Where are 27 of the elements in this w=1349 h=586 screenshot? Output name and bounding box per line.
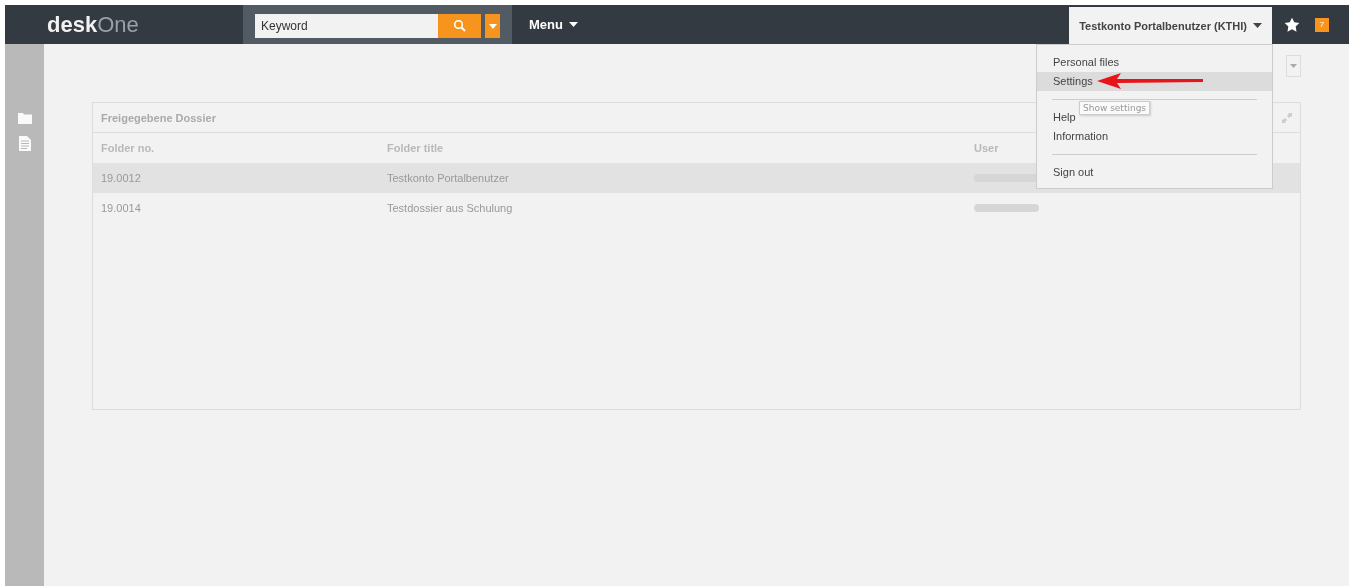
- options-button[interactable]: [1286, 55, 1301, 77]
- search-field[interactable]: Keyword: [255, 14, 438, 38]
- table-cell: 19.0014: [101, 202, 141, 214]
- search-button[interactable]: [438, 14, 481, 38]
- table-cell: Testkonto Portalbenutzer: [387, 172, 509, 184]
- blurred-cell: [974, 204, 1039, 212]
- document-icon[interactable]: [18, 136, 31, 151]
- caret-icon: [1290, 64, 1297, 68]
- user-menu-button[interactable]: Testkonto Portalbenutzer (KTHI): [1069, 7, 1272, 44]
- tooltip: Show settings: [1079, 101, 1151, 115]
- search-icon: [452, 19, 467, 33]
- caret-icon: [488, 23, 497, 29]
- logo[interactable]: deskOne: [47, 11, 243, 38]
- star-icon[interactable]: [1284, 16, 1300, 33]
- menu-item[interactable]: Sign out: [1037, 163, 1110, 182]
- panel-title: Freigegebene Dossier: [101, 111, 216, 124]
- caret-icon: [1253, 23, 1262, 28]
- menu-item[interactable]: Personal files: [1037, 53, 1136, 72]
- search-options-button[interactable]: [485, 14, 500, 38]
- table-cell: 19.0012: [101, 172, 141, 184]
- table-cell: Testdossier aus Schulung: [387, 202, 513, 214]
- menu-item[interactable]: Settings: [1037, 72, 1272, 91]
- folder-icon[interactable]: [17, 112, 32, 124]
- menu-item[interactable]: Information: [1037, 127, 1125, 146]
- menu-button[interactable]: Menu: [529, 17, 578, 32]
- caret-icon: [568, 22, 578, 27]
- expand-icon[interactable]: [1282, 112, 1292, 123]
